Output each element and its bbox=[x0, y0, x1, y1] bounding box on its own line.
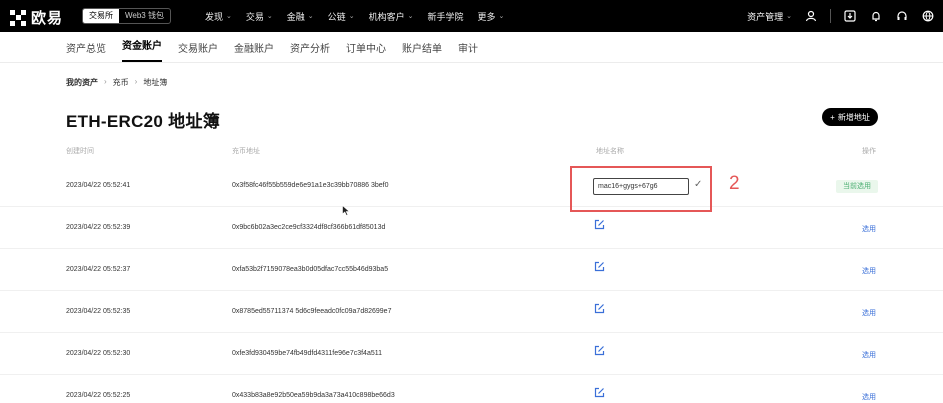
chevron-down-icon: ⌄ bbox=[407, 13, 414, 20]
tab-earn[interactable]: 金融账户 bbox=[234, 40, 274, 55]
globe-icon[interactable] bbox=[921, 9, 935, 23]
breadcrumb: 我的资产 › 充币 › 地址簿 bbox=[66, 77, 167, 88]
select-link[interactable]: 选用 bbox=[862, 392, 876, 402]
headset-icon[interactable] bbox=[895, 9, 909, 23]
nav-label: 更多 bbox=[477, 11, 496, 22]
plus-icon: + bbox=[830, 112, 835, 122]
nav-institutional[interactable]: 机构客户 ⌄ bbox=[369, 10, 414, 23]
table-row: 2023/04/22 05:52:41 0x3f58fc46f55b559de6… bbox=[0, 165, 943, 207]
select-link[interactable]: 选用 bbox=[862, 350, 876, 360]
mode-toggle: 交易所 Web3 钱包 bbox=[82, 8, 171, 24]
nav-discover[interactable]: 发现 ⌄ bbox=[205, 10, 232, 23]
table-row: 2023/04/22 05:52:37 0xfa53b2f7159078ea3b… bbox=[0, 249, 943, 291]
breadcrumb-my-assets[interactable]: 我的资产 bbox=[66, 77, 98, 88]
divider bbox=[830, 9, 831, 23]
annotation-step-number: 2 bbox=[729, 173, 740, 194]
okx-logo-icon bbox=[10, 9, 26, 26]
row-address: 0xfa53b2f7159078ea3b0d05dfac7cc55b46d93b… bbox=[232, 266, 389, 273]
edit-icon[interactable] bbox=[594, 387, 605, 400]
table-row: 2023/04/22 05:52:30 0xfe3fd930459be74fb4… bbox=[0, 333, 943, 375]
row-address: 0x3f58fc46f55b559de6e91a1e3c39bb70886 3b… bbox=[232, 182, 389, 189]
edit-icon[interactable] bbox=[594, 303, 605, 316]
chevron-down-icon: ⌄ bbox=[348, 13, 355, 20]
chevron-down-icon: ⌄ bbox=[307, 13, 314, 20]
nav-label: 金融 bbox=[286, 11, 305, 22]
row-address: 0x9bc6b02a3ec2ce9cf3324df8cf366b61df8501… bbox=[232, 224, 386, 231]
row-time: 2023/04/22 05:52:35 bbox=[66, 308, 131, 315]
select-link[interactable]: 选用 bbox=[862, 266, 876, 276]
breadcrumb-address-book: 地址簿 bbox=[143, 78, 168, 87]
row-time: 2023/04/22 05:52:25 bbox=[66, 392, 131, 399]
row-address: 0x433b83a8e92b50ea59b9da3a73a410c898be66… bbox=[232, 392, 395, 399]
tab-funding[interactable]: 资金账户 bbox=[122, 34, 162, 62]
nav-more[interactable]: 更多 ⌄ bbox=[477, 10, 504, 23]
account-subnav: 资产总览 资金账户 交易账户 金融账户 资产分析 订单中心 账户结单 审计 bbox=[66, 32, 478, 62]
tab-orders[interactable]: 订单中心 bbox=[346, 40, 386, 55]
nav-label: 发现 bbox=[205, 11, 224, 22]
annotation-highlight-box bbox=[570, 166, 712, 212]
chevron-down-icon: ⌄ bbox=[786, 13, 792, 20]
nav-label: 公链 bbox=[327, 11, 346, 22]
header-name: 地址名称 bbox=[596, 148, 624, 155]
table-row: 2023/04/22 05:52:35 0x8785ed55711374 5d6… bbox=[0, 291, 943, 333]
nav-chain[interactable]: 公链 ⌄ bbox=[328, 10, 355, 23]
mode-exchange-tab[interactable]: 交易所 bbox=[83, 9, 119, 23]
nav-label: 机构客户 bbox=[368, 11, 405, 22]
mouse-cursor-icon bbox=[342, 203, 351, 221]
table-row: 2023/04/22 05:52:25 0x433b83a8e92b50ea59… bbox=[0, 375, 943, 403]
chevron-down-icon: ⌄ bbox=[266, 13, 273, 20]
mode-web3-tab[interactable]: Web3 钱包 bbox=[119, 9, 170, 23]
chevron-right-icon: › bbox=[134, 77, 138, 86]
add-address-label: 新增地址 bbox=[837, 112, 870, 122]
divider bbox=[0, 62, 943, 63]
asset-management-label: 资产管理 bbox=[747, 11, 784, 22]
current-selected-badge: 当前选用 bbox=[836, 180, 878, 193]
top-navbar: 欧易 交易所 Web3 钱包 发现 ⌄ 交易 ⌄ 金融 ⌄ 公链 ⌄ 机构客户 ⌄ 新手学… bbox=[0, 0, 943, 32]
page-title: ETH-ERC20 地址簿 bbox=[66, 112, 221, 131]
user-icon[interactable] bbox=[804, 9, 818, 23]
nav-label: 新手学院 bbox=[427, 11, 464, 22]
row-time: 2023/04/22 05:52:37 bbox=[66, 266, 131, 273]
right-nav: 资产管理 ⌄ bbox=[747, 0, 935, 32]
select-link[interactable]: 选用 bbox=[862, 308, 876, 318]
row-time: 2023/04/22 05:52:39 bbox=[66, 224, 131, 231]
bell-icon[interactable] bbox=[869, 9, 883, 23]
edit-icon[interactable] bbox=[594, 219, 605, 232]
nav-trade[interactable]: 交易 ⌄ bbox=[246, 10, 273, 23]
header-address: 充币地址 bbox=[232, 148, 260, 155]
add-address-button[interactable]: + 新增地址 bbox=[822, 108, 878, 126]
chevron-down-icon: ⌄ bbox=[498, 13, 505, 20]
edit-icon[interactable] bbox=[594, 261, 605, 274]
brand-name: 欧易 bbox=[31, 10, 64, 27]
tab-analysis[interactable]: 资产分析 bbox=[290, 40, 330, 55]
tab-audit[interactable]: 审计 bbox=[458, 40, 478, 55]
row-time: 2023/04/22 05:52:41 bbox=[66, 182, 131, 189]
row-time: 2023/04/22 05:52:30 bbox=[66, 350, 131, 357]
row-address: 0x8785ed55711374 5d6c9feeadc0fc09a7d8269… bbox=[232, 308, 392, 315]
nav-academy[interactable]: 新手学院 bbox=[427, 10, 463, 23]
edit-icon[interactable] bbox=[594, 345, 605, 358]
download-icon[interactable] bbox=[843, 9, 857, 23]
main-nav: 发现 ⌄ 交易 ⌄ 金融 ⌄ 公链 ⌄ 机构客户 ⌄ 新手学院 更多 ⌄ bbox=[205, 0, 504, 32]
tab-overview[interactable]: 资产总览 bbox=[66, 40, 106, 55]
chevron-right-icon: › bbox=[104, 77, 107, 86]
header-time: 创建时间 bbox=[66, 148, 94, 155]
asset-management-menu[interactable]: 资产管理 ⌄ bbox=[747, 10, 792, 23]
nav-label: 交易 bbox=[245, 11, 264, 22]
table-row: 2023/04/22 05:52:39 0x9bc6b02a3ec2ce9cf3… bbox=[0, 207, 943, 249]
header-action: 操作 bbox=[862, 148, 876, 155]
chevron-down-icon: ⌄ bbox=[226, 13, 232, 20]
tab-statements[interactable]: 账户结单 bbox=[402, 40, 442, 55]
row-address: 0xfe3fd930459be74fb49dfd4311fe96e7c3f4a5… bbox=[232, 350, 382, 357]
tab-trading[interactable]: 交易账户 bbox=[178, 40, 218, 55]
nav-finance[interactable]: 金融 ⌄ bbox=[287, 10, 314, 23]
logo[interactable]: 欧易 bbox=[10, 7, 63, 28]
select-link[interactable]: 选用 bbox=[862, 224, 876, 234]
breadcrumb-deposit[interactable]: 充币 bbox=[113, 77, 129, 88]
